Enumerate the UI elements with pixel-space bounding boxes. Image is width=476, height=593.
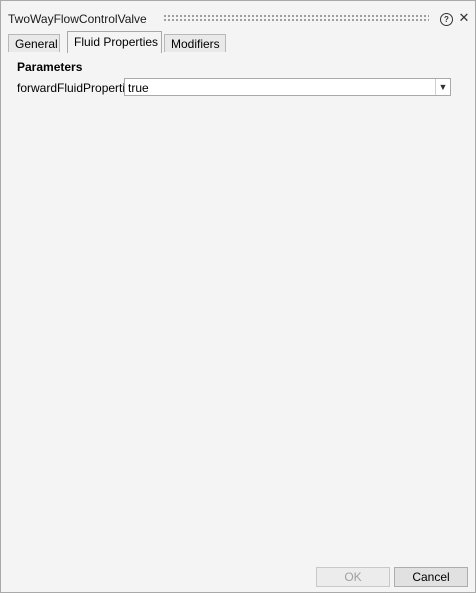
title-bar[interactable]: TwoWayFlowControlValve ? ✕ [1,1,475,31]
tab-modifiers[interactable]: Modifiers [164,34,226,52]
param-label-forward-fluid-properties: forwardFluidProperties [17,81,138,95]
forward-fluid-properties-select[interactable]: true ▼ [124,78,451,96]
tab-label: Fluid Properties [74,35,159,49]
parameters-heading: Parameters [17,60,83,74]
chevron-down-icon[interactable]: ▼ [435,79,450,95]
tab-label: General [15,37,58,51]
close-icon[interactable]: ✕ [458,10,470,26]
tab-label: Modifiers [171,37,220,51]
window-title: TwoWayFlowControlValve [8,12,147,26]
ok-button[interactable]: OK [316,567,390,587]
dialog-window: TwoWayFlowControlValve ? ✕ General Modif… [0,0,476,593]
drag-grip-handle[interactable] [163,14,429,23]
tab-general[interactable]: General [8,34,60,52]
select-value: true [128,81,149,95]
tab-fluid-properties[interactable]: Fluid Properties [67,31,162,53]
cancel-button[interactable]: Cancel [394,567,468,587]
tab-strip: General Modifiers Fluid Properties [8,31,470,53]
help-icon[interactable]: ? [440,13,453,26]
